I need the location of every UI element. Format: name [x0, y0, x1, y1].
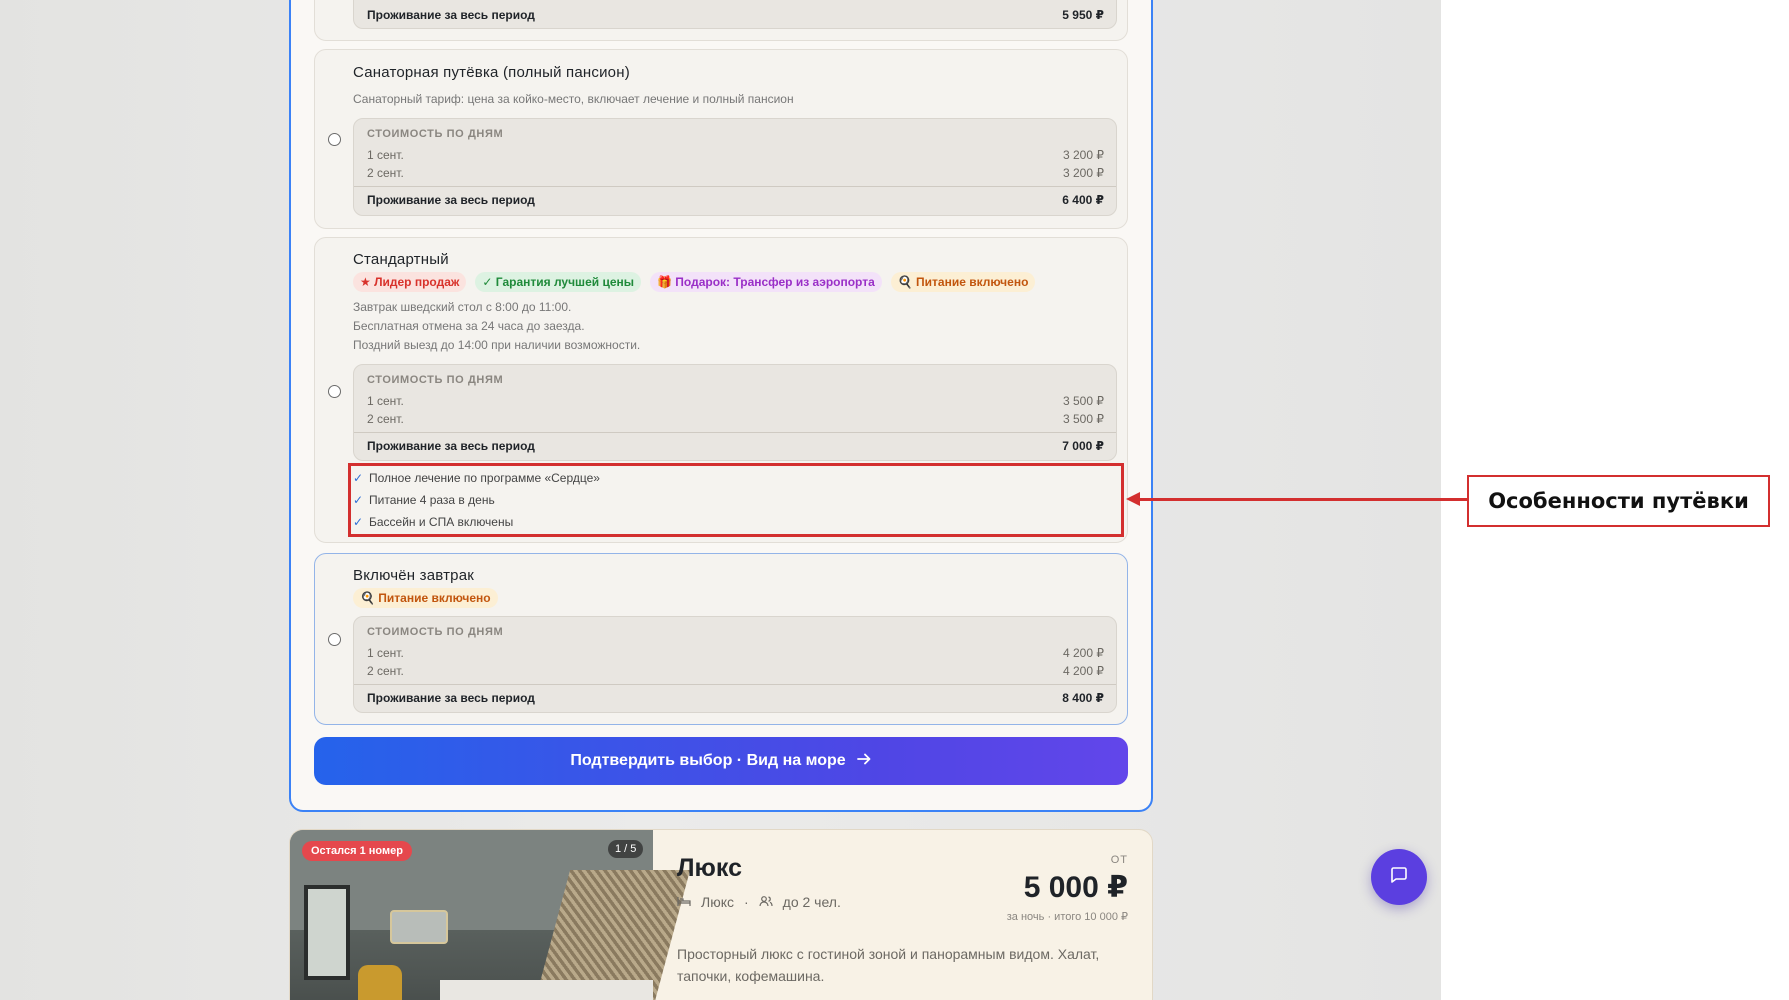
day-date: 2 сент. [367, 412, 404, 426]
total-label: Проживание за весь период [367, 192, 535, 207]
price-total-row: Проживание за весь период 8 400 ₽ [354, 684, 1116, 710]
chat-icon [1389, 865, 1409, 890]
badge-gift-transfer: 🎁 Подарок: Трансфер из аэропорта [650, 272, 882, 292]
price-total-row: Проживание за весь период 7 000 ₽ [354, 432, 1116, 458]
day-price-row: 1 сент. 3 500 ₽ [367, 394, 1104, 408]
tariff-description: Санаторный тариф: цена за койко-место, в… [353, 92, 794, 106]
tariff-title: Стандартный [353, 251, 449, 268]
day-price-row: 1 сент. 3 200 ₽ [367, 148, 1104, 162]
price-box: СТОИМОСТЬ ПО ДНЯМ 1 сент. 3 200 ₽ 2 сент… [353, 118, 1117, 216]
confirm-label: Подтвердить выбор · Вид на море [570, 752, 846, 769]
description-line: Бесплатная отмена за 24 часа до заезда. [353, 319, 585, 333]
day-price-row: 2 сент. 3 500 ₽ [367, 412, 1104, 426]
total-value: 5 950 ₽ [1062, 8, 1104, 22]
day-date: 2 сент. [367, 664, 404, 678]
day-date: 1 сент. [367, 646, 404, 660]
day-date: 1 сент. [367, 148, 404, 162]
day-date: 1 сент. [367, 394, 404, 408]
price-total-row: Проживание за весь период 5 950 ₽ [354, 2, 1116, 28]
total-value: 8 400 ₽ [1062, 690, 1104, 705]
day-price-row: 2 сент. 4 200 ₽ [367, 664, 1104, 678]
meta-separator: · [743, 894, 749, 910]
description-line: Завтрак шведский стол с 8:00 до 11:00. [353, 300, 572, 314]
tariff-option-sanatorium[interactable]: Санаторная путёвка (полный пансион) Сана… [314, 49, 1128, 229]
total-value: 7 000 ₽ [1062, 438, 1104, 453]
guests-icon [759, 894, 773, 910]
tariff-title: Санаторная путёвка (полный пансион) [353, 64, 630, 81]
day-price: 3 200 ₽ [1063, 148, 1104, 162]
day-price: 4 200 ₽ [1063, 646, 1104, 660]
badge-meals-included: 🍳 Питание включено [353, 588, 498, 608]
tariff-description: Завтрак шведский стол с 8:00 до 11:00. Б… [353, 298, 640, 355]
tariff-radio[interactable] [328, 385, 341, 398]
tariff-title: Включён завтрак [353, 567, 474, 584]
day-date: 2 сент. [367, 166, 404, 180]
room-type: Люкс [701, 894, 734, 910]
price-header: СТОИМОСТЬ ПО ДНЯМ [367, 128, 504, 140]
room-description: Просторный люкс с гостиной зоной и панор… [677, 946, 1100, 984]
room-price-sub: за ночь · итого 10 000 ₽ [1006, 911, 1128, 923]
bed-icon [677, 894, 691, 910]
room-title: Люкс [677, 854, 742, 882]
price-box: Проживание за весь период 5 950 ₽ [353, 0, 1117, 29]
price-total-row: Проживание за весь период 6 400 ₽ [354, 186, 1116, 212]
day-price: 3 500 ₽ [1063, 412, 1104, 426]
description-line: Поздний выезд до 14:00 при наличии возмо… [353, 338, 641, 352]
availability-badge: Остался 1 номер [302, 841, 412, 861]
price-box: СТОИМОСТЬ ПО ДНЯМ 1 сент. 3 500 ₽ 2 сент… [353, 364, 1117, 461]
day-price-row: 2 сент. 3 200 ₽ [367, 166, 1104, 180]
confirm-selection-button[interactable]: Подтвердить выбор · Вид на море [314, 737, 1128, 785]
badge-list: ★ Лидер продаж ✓ Гарантия лучшей цены 🎁 … [353, 272, 1036, 292]
chat-button[interactable] [1371, 849, 1427, 905]
arrow-right-icon [856, 751, 872, 772]
annotation-label: Особенности путёвки [1467, 475, 1770, 527]
day-price: 4 200 ₽ [1063, 664, 1104, 678]
tariff-radio[interactable] [328, 633, 341, 646]
room-photo[interactable]: Остался 1 номер 1 / 5 [290, 830, 691, 1000]
total-label: Проживание за весь период [367, 690, 535, 705]
total-value: 6 400 ₽ [1062, 192, 1104, 207]
badge-list: 🍳 Питание включено [353, 588, 498, 608]
price-from-label: ОТ [1110, 854, 1128, 866]
price-header: СТОИМОСТЬ ПО ДНЯМ [367, 374, 504, 386]
tariff-option-breakfast[interactable]: Включён завтрак 🍳 Питание включено СТОИМ… [314, 553, 1128, 725]
room-card[interactable]: Остался 1 номер 1 / 5 Люкс Люкс · до 2 ч… [289, 829, 1153, 1000]
price-header: СТОИМОСТЬ ПО ДНЯМ [367, 626, 504, 638]
annotation-arrowhead [1126, 492, 1140, 506]
annotation-highlight-box [348, 463, 1124, 537]
day-price: 3 200 ₽ [1063, 166, 1104, 180]
day-price-row: 1 сент. 4 200 ₽ [367, 646, 1104, 660]
day-price: 3 500 ₽ [1063, 394, 1104, 408]
price-box: СТОИМОСТЬ ПО ДНЯМ 1 сент. 4 200 ₽ 2 сент… [353, 616, 1117, 713]
room-meta: Люкс · до 2 чел. [677, 894, 841, 910]
tariff-option-prev[interactable]: Проживание за весь период 5 950 ₽ [314, 0, 1128, 41]
tariff-radio[interactable] [328, 133, 341, 146]
room-price: 5 000 ₽ [1023, 871, 1128, 904]
badge-bestseller: ★ Лидер продаж [353, 272, 467, 292]
photo-counter: 1 / 5 [608, 840, 644, 858]
total-label: Проживание за весь период [367, 8, 535, 22]
badge-meals-included: 🍳 Питание включено [890, 272, 1036, 292]
badge-best-price: ✓ Гарантия лучшей цены [475, 272, 641, 292]
total-label: Проживание за весь период [367, 438, 535, 453]
annotation-arrow [1135, 498, 1467, 501]
room-guests: до 2 чел. [782, 894, 841, 910]
